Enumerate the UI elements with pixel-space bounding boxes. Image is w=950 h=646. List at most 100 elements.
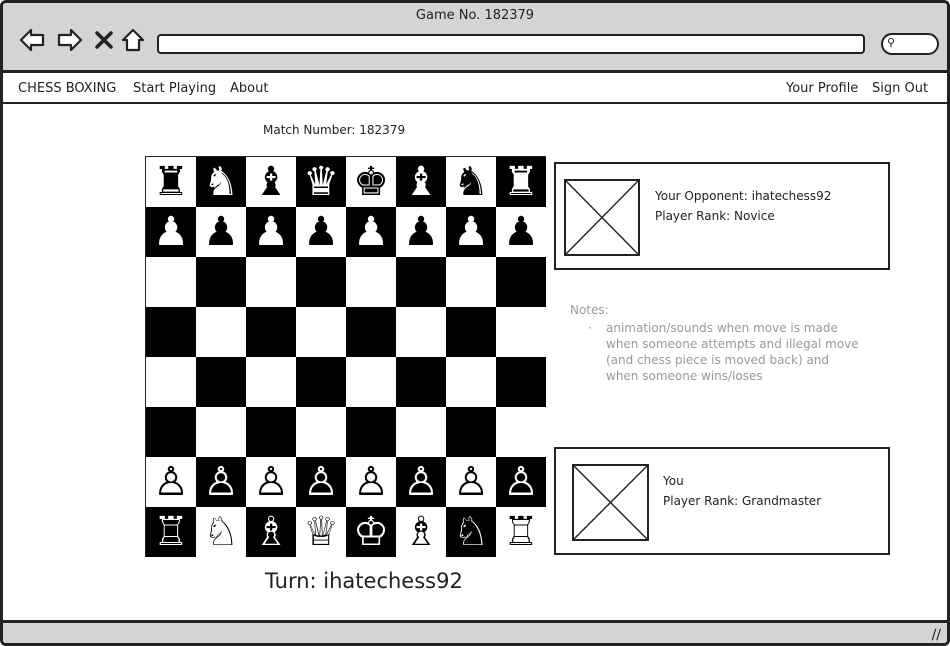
board-square[interactable]: ♟ — [196, 207, 246, 257]
chess-piece[interactable]: ♙ — [203, 462, 239, 502]
chess-piece[interactable]: ♙ — [303, 462, 339, 502]
back-arrow-icon[interactable] — [17, 25, 47, 55]
board-square[interactable] — [496, 257, 546, 307]
board-square[interactable]: ♞ — [196, 157, 246, 207]
chess-piece[interactable]: ♟ — [503, 212, 539, 252]
chess-piece[interactable]: ♜ — [503, 162, 539, 202]
brand-link[interactable]: CHESS BOXING — [18, 81, 116, 96]
board-square[interactable]: ♙ — [446, 457, 496, 507]
board-square[interactable] — [396, 357, 446, 407]
board-square[interactable] — [296, 307, 346, 357]
board-square[interactable]: ♟ — [246, 207, 296, 257]
board-square[interactable]: ♙ — [196, 457, 246, 507]
board-square[interactable] — [146, 407, 196, 457]
board-square[interactable] — [246, 407, 296, 457]
board-square[interactable] — [446, 307, 496, 357]
about-link[interactable]: About — [230, 81, 268, 96]
chess-piece[interactable]: ♞ — [203, 162, 239, 202]
board-square[interactable] — [396, 407, 446, 457]
sign-out-link[interactable]: Sign Out — [872, 81, 928, 96]
forward-arrow-icon[interactable] — [55, 25, 85, 55]
board-square[interactable]: ♟ — [346, 207, 396, 257]
board-square[interactable]: ♟ — [446, 207, 496, 257]
home-icon[interactable] — [118, 25, 148, 55]
chess-piece[interactable]: ♙ — [453, 462, 489, 502]
chess-piece[interactable]: ♟ — [353, 212, 389, 252]
chess-piece[interactable]: ♟ — [203, 212, 239, 252]
board-square[interactable] — [196, 357, 246, 407]
board-square[interactable]: ♗ — [396, 507, 446, 557]
board-square[interactable] — [296, 257, 346, 307]
board-square[interactable]: ♔ — [346, 507, 396, 557]
board-square[interactable] — [346, 357, 396, 407]
board-square[interactable]: ♘ — [446, 507, 496, 557]
chess-piece[interactable]: ♘ — [453, 512, 489, 552]
chess-piece[interactable]: ♙ — [253, 462, 289, 502]
board-square[interactable]: ♙ — [296, 457, 346, 507]
board-square[interactable] — [246, 257, 296, 307]
board-square[interactable]: ♕ — [296, 507, 346, 557]
board-square[interactable]: ♙ — [246, 457, 296, 507]
chess-piece[interactable]: ♟ — [453, 212, 489, 252]
board-square[interactable] — [296, 357, 346, 407]
board-square[interactable] — [496, 407, 546, 457]
start-playing-link[interactable]: Start Playing — [133, 81, 216, 96]
board-square[interactable] — [346, 407, 396, 457]
chess-piece[interactable]: ♝ — [253, 162, 289, 202]
chess-piece[interactable]: ♚ — [353, 162, 389, 202]
board-square[interactable]: ♟ — [146, 207, 196, 257]
board-square[interactable]: ♙ — [396, 457, 446, 507]
chess-piece[interactable]: ♙ — [503, 462, 539, 502]
board-square[interactable] — [296, 407, 346, 457]
chess-piece[interactable]: ♟ — [303, 212, 339, 252]
chess-piece[interactable]: ♛ — [303, 162, 339, 202]
close-icon[interactable] — [89, 25, 119, 55]
board-square[interactable] — [446, 407, 496, 457]
board-square[interactable] — [396, 257, 446, 307]
board-square[interactable]: ♟ — [296, 207, 346, 257]
chess-piece[interactable]: ♔ — [353, 512, 389, 552]
board-square[interactable]: ♙ — [146, 457, 196, 507]
search-field[interactable]: ⚲ — [881, 33, 939, 55]
chess-board[interactable]: ♜ ♞ ♝ ♛ ♚ ♝ ♞ ♜ ♟ ♟ ♟ ♟ ♟ ♟ ♟ ♟ ♙ ♙ ♙ ♙ ♙ ♙ ♙ ♙ ♖ ♘ ♗ ♕ ♔ ♗ ♘ ♖ — [145, 156, 546, 557]
chess-piece[interactable]: ♝ — [403, 162, 439, 202]
board-square[interactable]: ♟ — [396, 207, 446, 257]
board-square[interactable]: ♙ — [346, 457, 396, 507]
your-profile-link[interactable]: Your Profile — [786, 81, 858, 96]
chess-piece[interactable]: ♖ — [153, 512, 189, 552]
board-square[interactable] — [146, 257, 196, 307]
board-square[interactable]: ♗ — [246, 507, 296, 557]
board-square[interactable]: ♙ — [496, 457, 546, 507]
chess-piece[interactable]: ♘ — [203, 512, 239, 552]
chess-piece[interactable]: ♙ — [403, 462, 439, 502]
address-bar[interactable] — [157, 34, 865, 54]
board-square[interactable] — [346, 257, 396, 307]
board-square[interactable] — [446, 357, 496, 407]
chess-piece[interactable]: ♖ — [503, 512, 539, 552]
board-square[interactable] — [496, 307, 546, 357]
chess-piece[interactable]: ♙ — [153, 462, 189, 502]
board-square[interactable]: ♖ — [146, 507, 196, 557]
board-square[interactable] — [446, 257, 496, 307]
chess-piece[interactable]: ♟ — [253, 212, 289, 252]
board-square[interactable] — [196, 307, 246, 357]
chess-piece[interactable]: ♜ — [153, 162, 189, 202]
board-square[interactable] — [246, 307, 296, 357]
board-square[interactable]: ♝ — [396, 157, 446, 207]
board-square[interactable] — [496, 357, 546, 407]
chess-piece[interactable]: ♗ — [403, 512, 439, 552]
board-square[interactable] — [146, 357, 196, 407]
board-square[interactable] — [346, 307, 396, 357]
board-square[interactable] — [146, 307, 196, 357]
board-square[interactable] — [396, 307, 446, 357]
board-square[interactable]: ♛ — [296, 157, 346, 207]
chess-piece[interactable]: ♟ — [403, 212, 439, 252]
chess-piece[interactable]: ♟ — [153, 212, 189, 252]
board-square[interactable]: ♖ — [496, 507, 546, 557]
board-square[interactable]: ♘ — [196, 507, 246, 557]
resize-grip-icon[interactable]: ∕∕ — [932, 627, 941, 643]
board-square[interactable]: ♟ — [496, 207, 546, 257]
chess-piece[interactable]: ♙ — [353, 462, 389, 502]
chess-piece[interactable]: ♞ — [453, 162, 489, 202]
board-square[interactable] — [196, 257, 246, 307]
